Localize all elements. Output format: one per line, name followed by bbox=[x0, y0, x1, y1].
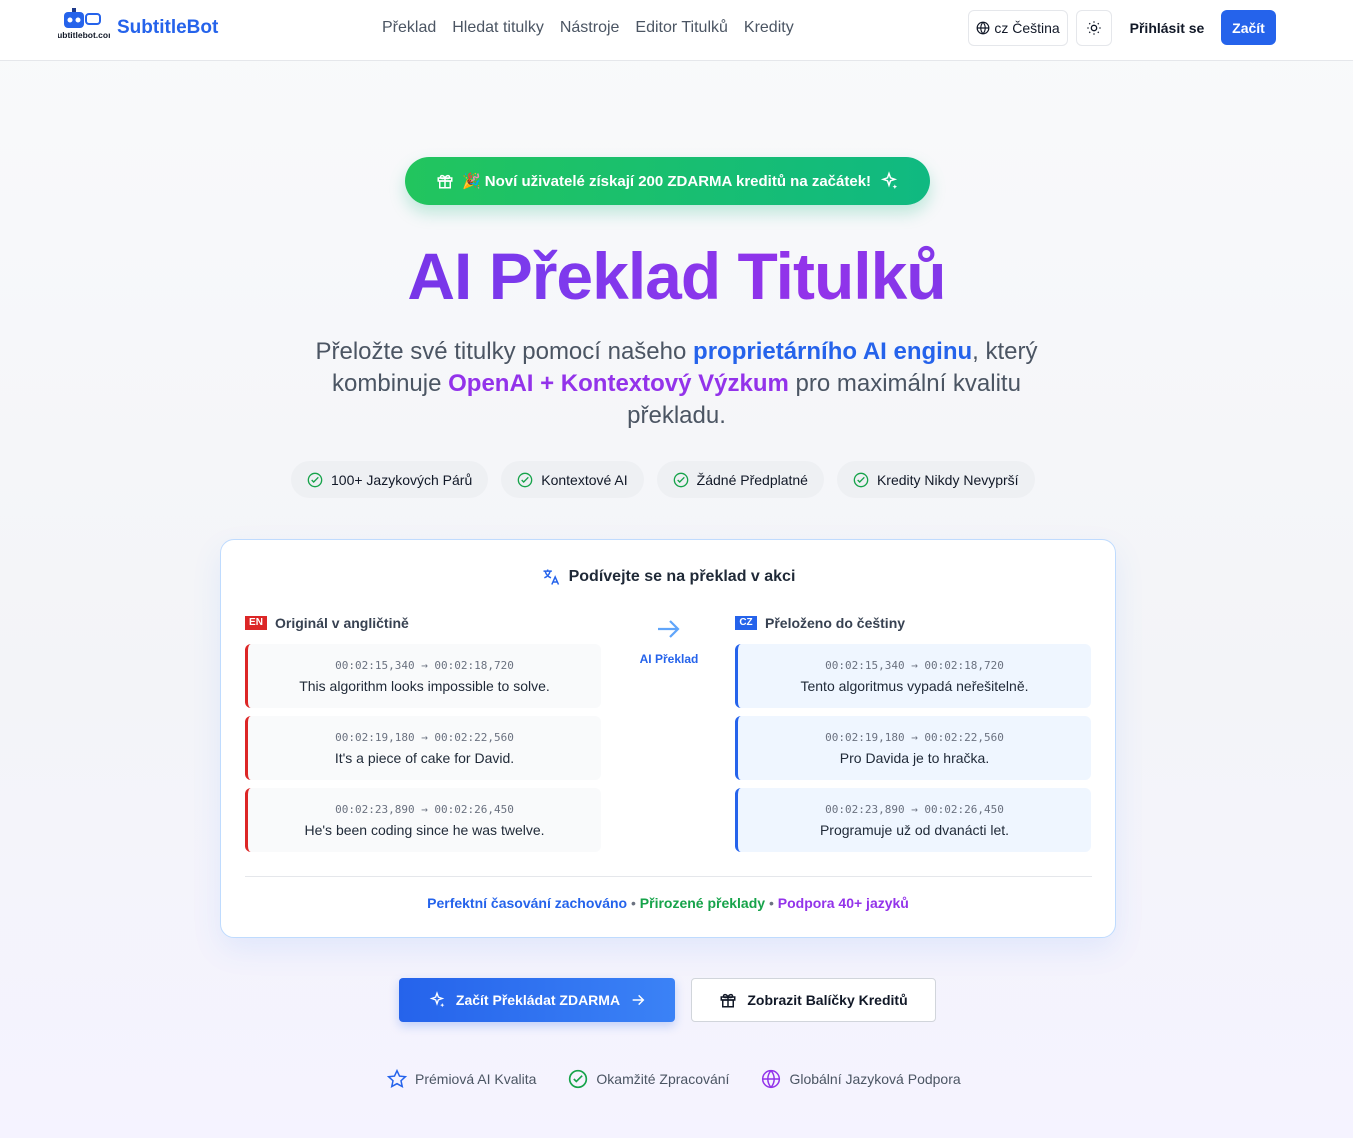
start-translating-button[interactable]: Začít Překládat ZDARMA bbox=[399, 978, 675, 1022]
demo-title-text: Podívejte se na překlad v akci bbox=[568, 568, 796, 585]
start-button[interactable]: Začít bbox=[1221, 10, 1276, 45]
logo-text: subtitlebot.com bbox=[58, 30, 110, 40]
subtitle-text: He's been coding since he was twelve. bbox=[304, 821, 545, 838]
demo-footer: Perfektní časování zachováno • Přirozené… bbox=[221, 895, 1115, 911]
benefit-item: Prémiová AI Kvalita bbox=[387, 1069, 536, 1089]
subtitle-entry: 00:02:19,180 → 00:02:22,560 It's a piece… bbox=[245, 716, 601, 780]
top-header: subtitlebot.com SubtitleBot Překlad Hled… bbox=[0, 0, 1353, 61]
nav-item-hledat-titulky[interactable]: Hledat titulky bbox=[452, 19, 544, 37]
gift-icon bbox=[720, 993, 736, 1008]
feature-chip-label: Kredity Nikdy Nevyprší bbox=[876, 471, 1019, 488]
promo-banner[interactable]: 🎉 Noví uživatelé získají 200 ZDARMA kred… bbox=[405, 157, 930, 205]
sparkles-icon bbox=[880, 171, 898, 189]
cz-flag: CZ bbox=[735, 616, 757, 630]
nav-item-editor-titulku[interactable]: Editor Titulků bbox=[635, 19, 727, 37]
benefit-label: Okamžité Zpracování bbox=[596, 1071, 730, 1087]
language-selector[interactable]: cz Čeština bbox=[968, 10, 1068, 46]
sun-icon bbox=[1087, 21, 1101, 35]
arrow-right-icon bbox=[632, 994, 645, 1006]
globe-icon bbox=[976, 21, 990, 35]
translated-column-label: Přeloženo do češtiny bbox=[765, 615, 906, 631]
brand-name[interactable]: SubtitleBot bbox=[117, 17, 218, 39]
subtitle-timestamp: 00:02:15,340 → 00:02:18,720 bbox=[335, 658, 514, 672]
benefit-label: Prémiová AI Kvalita bbox=[415, 1071, 537, 1087]
view-credit-packages-button[interactable]: Zobrazit Balíčky Kreditů bbox=[691, 978, 936, 1022]
page-title: AI Překlad Titulků bbox=[0, 238, 1353, 314]
subtitle-text: Pro Davida je to hračka. bbox=[839, 749, 990, 766]
subtitle-timestamp: 00:02:15,340 → 00:02:18,720 bbox=[825, 658, 1004, 672]
translate-icon bbox=[543, 569, 559, 585]
check-circle-icon bbox=[517, 472, 533, 487]
footer-separator: • bbox=[630, 895, 636, 911]
ai-translate-label: AI Překlad bbox=[639, 652, 699, 666]
hero-subtitle: Přeložte své titulky pomocí našeho propr… bbox=[300, 336, 1053, 432]
ai-translate-indicator: AI Překlad bbox=[631, 617, 707, 666]
feature-chip-label: 100+ Jazykových Párů bbox=[331, 471, 473, 488]
feature-chips: 100+ Jazykových Párů Kontextové AI Žádné… bbox=[291, 461, 1035, 498]
feature-chip: Kontextové AI bbox=[501, 461, 644, 498]
gift-icon bbox=[437, 174, 453, 189]
language-label: cz Čeština bbox=[994, 20, 1060, 36]
feature-chip: Žádné Předplatné bbox=[656, 461, 824, 498]
check-circle-icon bbox=[569, 1069, 588, 1089]
subtitle-entry: 00:02:15,340 → 00:02:18,720 Tento algori… bbox=[735, 644, 1091, 708]
translation-demo-card: Podívejte se na překlad v akci EN Origin… bbox=[220, 539, 1116, 938]
view-credit-packages-label: Zobrazit Balíčky Kreditů bbox=[747, 992, 908, 1008]
login-button[interactable]: Přihlásit se bbox=[1122, 10, 1212, 46]
feature-chip-label: Žádné Předplatné bbox=[696, 471, 808, 488]
star-icon bbox=[387, 1069, 407, 1089]
subtitle-entry: 00:02:19,180 → 00:02:22,560 Pro Davida j… bbox=[735, 716, 1091, 780]
theme-toggle-button[interactable] bbox=[1076, 10, 1112, 46]
subtitle-timestamp: 00:02:19,180 → 00:02:22,560 bbox=[335, 730, 514, 744]
feature-chip: Kredity Nikdy Nevyprší bbox=[836, 461, 1035, 498]
original-column-label: Originál v angličtině bbox=[275, 615, 409, 631]
benefit-item: Globální Jazyková Podpora bbox=[761, 1069, 961, 1089]
footer-separator: • bbox=[768, 895, 774, 911]
promo-text: 🎉 Noví uživatelé získají 200 ZDARMA kred… bbox=[461, 173, 872, 190]
demo-divider bbox=[245, 876, 1092, 877]
footer-timing: Perfektní časování zachováno bbox=[427, 895, 628, 911]
feature-chip-label: Kontextové AI bbox=[541, 471, 628, 488]
arrow-right-icon bbox=[658, 620, 680, 638]
nav-item-kredity[interactable]: Kredity bbox=[744, 19, 794, 37]
subtitle-entry: 00:02:23,890 → 00:02:26,450 Programuje u… bbox=[735, 788, 1091, 852]
nav-item-nastroje[interactable]: Nástroje bbox=[560, 19, 620, 37]
subtitle-part-1: Přeložte své titulky pomocí našeho bbox=[315, 338, 694, 365]
benefits-row: Prémiová AI Kvalita Okamžité Zpracování … bbox=[387, 1069, 961, 1089]
sparkles-icon bbox=[429, 991, 445, 1008]
nav-item-preklad[interactable]: Překlad bbox=[382, 19, 436, 37]
en-flag: EN bbox=[245, 616, 267, 630]
start-translating-label: Začít Překládat ZDARMA bbox=[455, 992, 621, 1008]
subtitle-highlight-openai: OpenAI + Kontextový Výzkum bbox=[448, 370, 789, 397]
translated-column-header: CZ Přeloženo do češtiny bbox=[735, 615, 905, 631]
subtitle-timestamp: 00:02:19,180 → 00:02:22,560 bbox=[825, 730, 1004, 744]
globe-icon bbox=[762, 1069, 781, 1089]
translated-subtitles: 00:02:15,340 → 00:02:18,720 Tento algori… bbox=[735, 644, 1091, 860]
subtitle-entry: 00:02:15,340 → 00:02:18,720 This algorit… bbox=[245, 644, 601, 708]
check-circle-icon bbox=[853, 472, 869, 487]
subtitle-timestamp: 00:02:23,890 → 00:02:26,450 bbox=[335, 802, 514, 816]
footer-languages: Podpora 40+ jazyků bbox=[777, 895, 909, 911]
footer-natural: Přirozené překlady bbox=[639, 895, 766, 911]
subtitle-text: Tento algoritmus vypadá neřešitelně. bbox=[800, 677, 1029, 694]
original-column-header: EN Originál v angličtině bbox=[245, 615, 409, 631]
check-circle-icon bbox=[673, 472, 688, 487]
original-subtitles: 00:02:15,340 → 00:02:18,720 This algorit… bbox=[245, 644, 601, 860]
subtitle-text: This algorithm looks impossible to solve… bbox=[299, 677, 550, 694]
check-circle-icon bbox=[307, 472, 323, 487]
robot-logo-icon[interactable]: subtitlebot.com bbox=[58, 8, 110, 50]
subtitle-timestamp: 00:02:23,890 → 00:02:26,450 bbox=[825, 802, 1004, 816]
benefit-item: Okamžité Zpracování bbox=[568, 1069, 729, 1089]
benefit-label: Globální Jazyková Podpora bbox=[789, 1071, 961, 1087]
subtitle-text: Programuje už od dvanácti let. bbox=[819, 821, 1010, 838]
main-nav: Překlad Hledat titulky Nástroje Editor T… bbox=[382, 19, 810, 37]
subtitle-text: It's a piece of cake for David. bbox=[334, 749, 515, 766]
subtitle-highlight-engine: proprietárního AI enginu bbox=[693, 338, 973, 365]
demo-title: Podívejte se na překlad v akci bbox=[221, 567, 1115, 587]
subtitle-entry: 00:02:23,890 → 00:02:26,450 He's been co… bbox=[245, 788, 601, 852]
feature-chip: 100+ Jazykových Párů bbox=[291, 461, 489, 498]
